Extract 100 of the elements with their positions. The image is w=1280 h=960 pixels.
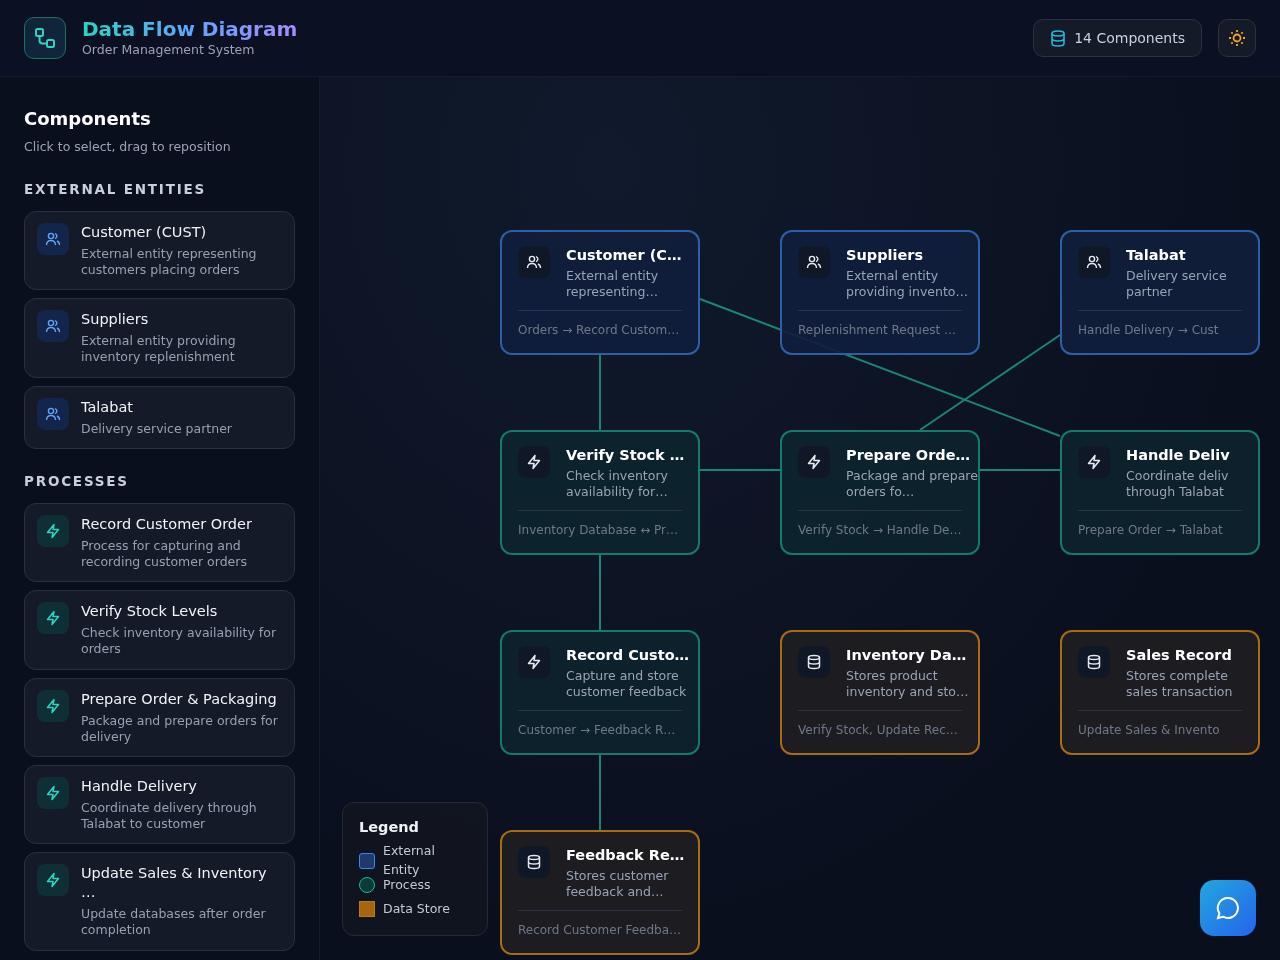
node-flows: Verify Stock → Handle De… [798,510,962,540]
section-heading: PROCESSES [24,471,130,491]
component-item[interactable]: Handle Delivery Coordinate delivery through Talabat to customer [24,765,295,845]
sun-icon [1228,29,1246,47]
lightning-icon [806,454,822,470]
chat-button[interactable] [1200,880,1256,936]
component-description: External entity representing customers placing orders [81,245,258,279]
diagram-node[interactable]: Prepare Orde… Package and prepare orders fo… Verify Stock → Handle De… [780,430,980,555]
node-flows: Record Customer Feedba… [518,910,682,940]
node-title: Sales Record [1126,646,1233,665]
database-icon [806,654,822,670]
component-item[interactable]: Verify Stock Levels Check inventory availability for orders [24,590,295,670]
lightning-icon [45,785,61,802]
diagram-node[interactable]: Record Custo… Capture and store customer feedback Customer → Feedback R… [500,630,700,755]
legend-swatch [359,853,375,869]
theme-toggle-button[interactable] [1218,19,1256,57]
component-title: Verify Stock Levels [81,602,219,622]
people-icon [806,254,822,270]
node-flows: Prepare Order → Talabat [1078,510,1242,540]
people-icon [45,231,61,247]
node-title: Feedback Re… [566,846,686,865]
lightning-icon [526,654,542,670]
node-description: Package and prepare orders fo… [846,467,978,501]
component-title: Handle Delivery [81,777,198,796]
lightning-icon [45,697,61,714]
diagram-node[interactable]: Inventory Da… Stores product inventory and sto… Verify Stock, Update Rec… [780,630,980,755]
node-flows: Customer → Feedback R… [518,710,682,740]
diagram-node[interactable]: Handle Deliv Coordinate deliv through Talabat Prepare Order → Talabat [1060,430,1260,555]
people-icon [45,405,61,422]
node-title: Verify Stock … [566,446,686,465]
panel-title: Components [24,107,152,131]
people-icon [45,318,61,335]
component-title: Record Customer Order [81,515,253,534]
diagram-icon [34,27,56,49]
component-description: Process for capturing and recording customer orders [81,537,248,571]
component-item[interactable]: Talabat Delivery service partner [24,385,295,449]
node-title: Inventory Da… [846,646,968,665]
node-title: Record Custo… [566,646,691,665]
component-description: Coordinate delivery through Talabat to customer [81,799,258,833]
chat-bubble-icon [1215,895,1241,921]
component-description: Update databases after order completion [81,906,267,939]
people-icon [1086,254,1102,270]
diagram-node[interactable]: Talabat Delivery service partner Handle Delivery → Cust [1060,230,1260,355]
node-flows: Update Sales & Invento [1078,710,1242,740]
component-item[interactable]: Suppliers External entity providing inventory replenishment [24,298,295,378]
lightning-icon [45,610,61,627]
legend-title: Legend [359,818,420,838]
legend-swatch [359,901,375,917]
diagram-node[interactable]: Verify Stock … Check inventory availability for… Inventory Database ↔ Pr… [500,430,700,555]
node-description: Stores customer feedback and… [566,867,670,901]
diagram-node[interactable]: Feedback Re… Stores customer feedback and… Record Customer Feedba… [500,830,700,955]
section-heading: EXTERNAL ENTITIES [24,179,208,199]
component-title: Suppliers [81,310,150,330]
diagram-node[interactable]: Sales Record Stores complete sales transaction Update Sales & Invento [1060,630,1260,755]
node-flows: Handle Delivery → Cust [1078,310,1242,340]
node-description: Stores product inventory and sto… [846,667,970,701]
component-item[interactable]: Prepare Order & Packaging Package and prepare orders for delivery [24,677,295,758]
node-title: Talabat [1126,246,1187,265]
database-icon [1050,29,1067,47]
node-description: Capture and store customer feedback [566,667,688,701]
component-title: Update Sales & Inventory … [81,864,268,903]
legend-label: Data Store [383,899,450,918]
component-description: External entity providing inventory replenishment [81,333,237,366]
component-description: Package and prepare orders for delivery [81,712,279,746]
node-title: Customer (C… [566,246,683,265]
legend-label: Process [383,876,431,894]
node-title: Prepare Orde… [846,446,971,465]
node-flows: Orders → Record Custom… [518,310,682,340]
component-item[interactable]: Update Sales & Inventory … Update databases after order completion [24,852,295,951]
node-description: Delivery service partner [1126,267,1228,301]
diagram-node[interactable]: Suppliers External entity providing invento… Replenishment Request … [780,230,980,355]
component-item[interactable]: Customer (CUST) External entity representing customers placing orders [24,211,295,291]
node-flows: Inventory Database ↔ Pr… [518,510,682,540]
node-description: External entity providing invento… [846,267,969,301]
node-flows: Verify Stock, Update Rec… [798,710,962,740]
component-description: Check inventory availability for orders [81,625,278,658]
database-icon [526,854,542,870]
panel-hint: Click to select, drag to reposition [24,138,232,156]
legend-label: External Entity [383,842,436,879]
legend-swatch [359,877,375,893]
diagram-node[interactable]: Customer (C… External entity representing… Orders → Record Custom… [500,230,700,355]
node-description: Check inventory availability for… [566,467,669,501]
node-title: Handle Deliv [1126,446,1231,465]
node-description: External entity representing… [566,267,660,301]
component-title: Talabat [81,397,135,417]
database-icon [1086,654,1102,670]
node-title: Suppliers [846,246,925,265]
node-description: Coordinate deliv through Talabat [1126,467,1230,501]
people-icon [526,254,542,270]
node-description: Stores complete sales transaction [1126,667,1234,701]
lightning-icon [526,454,542,470]
component-title: Customer (CUST) [81,223,208,242]
component-description: Delivery service partner [81,420,232,437]
lightning-icon [45,523,61,540]
app-subtitle: Order Management System [82,40,256,59]
lightning-icon [1086,454,1102,470]
lightning-icon [45,872,61,889]
node-flows: Replenishment Request … [798,310,962,340]
component-item[interactable]: Record Customer Order Process for capturing and recording customer orders [24,503,295,583]
component-count: 14 Components [1074,28,1185,48]
